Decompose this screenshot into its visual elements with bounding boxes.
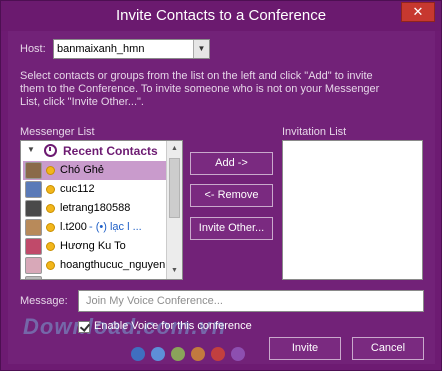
contact-status: - (•) lạc l ... [89, 221, 142, 233]
invitation-list-label: Invitation List [282, 126, 347, 138]
invite-conference-dialog: Invite Contacts to a Conference ✕ Host: … [0, 0, 442, 371]
watermark-dot [151, 347, 165, 361]
message-label: Message: [20, 295, 68, 307]
remove-button[interactable]: <- Remove [190, 184, 273, 207]
instructions-text: Select contacts or groups from the list … [20, 70, 380, 108]
messenger-list-label: Messenger List [20, 126, 95, 138]
contact-name: hoangthucuc_nguyen [60, 259, 166, 271]
watermark-dot [171, 347, 185, 361]
contact-item[interactable]: minhnguyet... [23, 275, 166, 279]
watermark-dot [231, 347, 245, 361]
contact-item[interactable]: Chó Ghẻ [23, 161, 166, 180]
status-dot-icon [46, 223, 55, 232]
enable-voice-label: Enable Voice for this conference [94, 320, 252, 332]
avatar [25, 276, 42, 279]
invitation-list[interactable] [282, 140, 423, 280]
avatar [25, 200, 42, 217]
enable-voice-checkbox[interactable] [78, 321, 90, 333]
invite-other-button[interactable]: Invite Other... [190, 217, 273, 240]
message-input[interactable]: Join My Voice Conference... [78, 290, 424, 312]
contact-name: Chó Ghẻ [60, 164, 105, 176]
contact-item[interactable]: Hương Ku To [23, 237, 166, 256]
cancel-button[interactable]: Cancel [352, 337, 424, 360]
watermark-dot [191, 347, 205, 361]
messenger-list[interactable]: ▼ Recent Contacts Chó Ghẻ cuc112 letrang18… [20, 140, 183, 280]
status-dot-icon [46, 261, 55, 270]
message-placeholder: Join My Voice Conference... [86, 295, 223, 307]
contact-item[interactable]: letrang180588 [23, 199, 166, 218]
host-select[interactable]: banmaixanh_hmn ▼ [53, 39, 210, 59]
invite-button[interactable]: Invite [269, 337, 341, 360]
avatar [25, 162, 42, 179]
scroll-down-icon[interactable]: ▼ [167, 263, 182, 279]
contact-item[interactable]: l.t200 - (•) lạc l ... [23, 218, 166, 237]
contact-name: l.t200 [60, 221, 87, 233]
window-title: Invite Contacts to a Conference [115, 7, 327, 24]
avatar [25, 238, 42, 255]
clock-icon [44, 144, 57, 157]
avatar [25, 181, 42, 198]
contact-item[interactable]: cuc112 [23, 180, 166, 199]
group-header-recent[interactable]: ▼ Recent Contacts [23, 143, 166, 160]
close-button[interactable]: ✕ [401, 2, 435, 22]
title-bar[interactable]: Invite Contacts to a Conference ✕ [1, 1, 441, 31]
watermark-dot [211, 347, 225, 361]
watermark-dot [131, 347, 145, 361]
contact-name: minhnguyet... [60, 278, 126, 279]
group-label: Recent Contacts [63, 144, 158, 158]
host-value: banmaixanh_hmn [57, 43, 145, 55]
contact-name: letrang180588 [60, 202, 131, 214]
contact-name: Hương Ku To [60, 240, 126, 252]
chevron-down-icon[interactable]: ▼ [193, 40, 209, 58]
scroll-thumb[interactable] [169, 158, 180, 218]
contact-name: cuc112 [60, 183, 95, 195]
host-label: Host: [20, 43, 46, 55]
status-dot-icon [46, 204, 55, 213]
avatar [25, 219, 42, 236]
avatar [25, 257, 42, 274]
status-dot-icon [46, 185, 55, 194]
add-button[interactable]: Add -> [190, 152, 273, 175]
list-scrollbar[interactable]: ▲ ▼ [166, 141, 182, 279]
status-dot-icon [46, 166, 55, 175]
contact-item[interactable]: hoangthucuc_nguyen [23, 256, 166, 275]
status-dot-icon [46, 242, 55, 251]
scroll-up-icon[interactable]: ▲ [167, 141, 182, 157]
collapse-arrow-icon[interactable]: ▼ [27, 145, 35, 154]
